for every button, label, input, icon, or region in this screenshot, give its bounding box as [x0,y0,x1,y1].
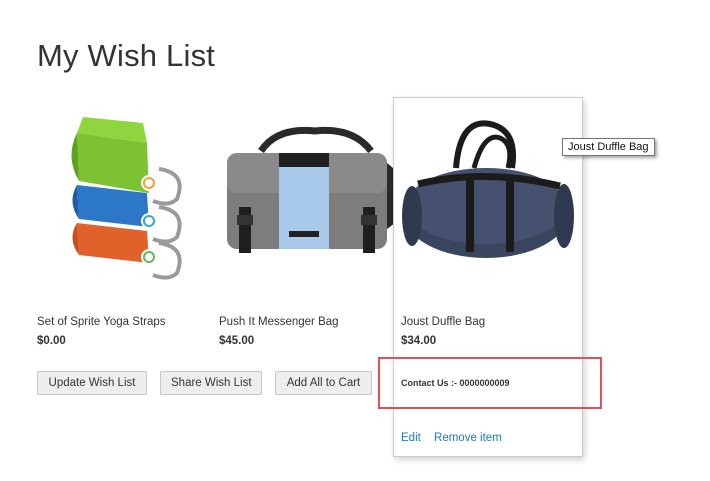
wishlist-item[interactable]: Set of Sprite Yoga Straps $0.00 [37,97,227,457]
product-price: $34.00 [401,335,437,347]
product-tooltip: Joust Duffle Bag [562,138,655,156]
product-name[interactable]: Push It Messenger Bag [219,316,339,328]
remove-item-link[interactable]: Remove item [434,432,502,444]
product-price: $0.00 [37,335,66,347]
update-wishlist-button[interactable]: Update Wish List [37,371,147,395]
product-name[interactable]: Joust Duffle Bag [401,316,485,328]
product-image-duffle-bag[interactable] [400,116,576,276]
edit-link[interactable]: Edit [401,432,421,444]
product-image-messenger-bag[interactable] [219,103,409,293]
annotation-highlight-box [378,357,602,409]
product-image-yoga-straps[interactable] [37,103,227,293]
product-name[interactable]: Set of Sprite Yoga Straps [37,316,166,328]
page-title: My Wish List [37,38,216,73]
item-actions: Edit Remove item [401,432,512,444]
product-price: $45.00 [219,335,255,347]
share-wishlist-button[interactable]: Share Wish List [160,371,262,395]
add-all-to-cart-button[interactable]: Add All to Cart [275,371,372,395]
